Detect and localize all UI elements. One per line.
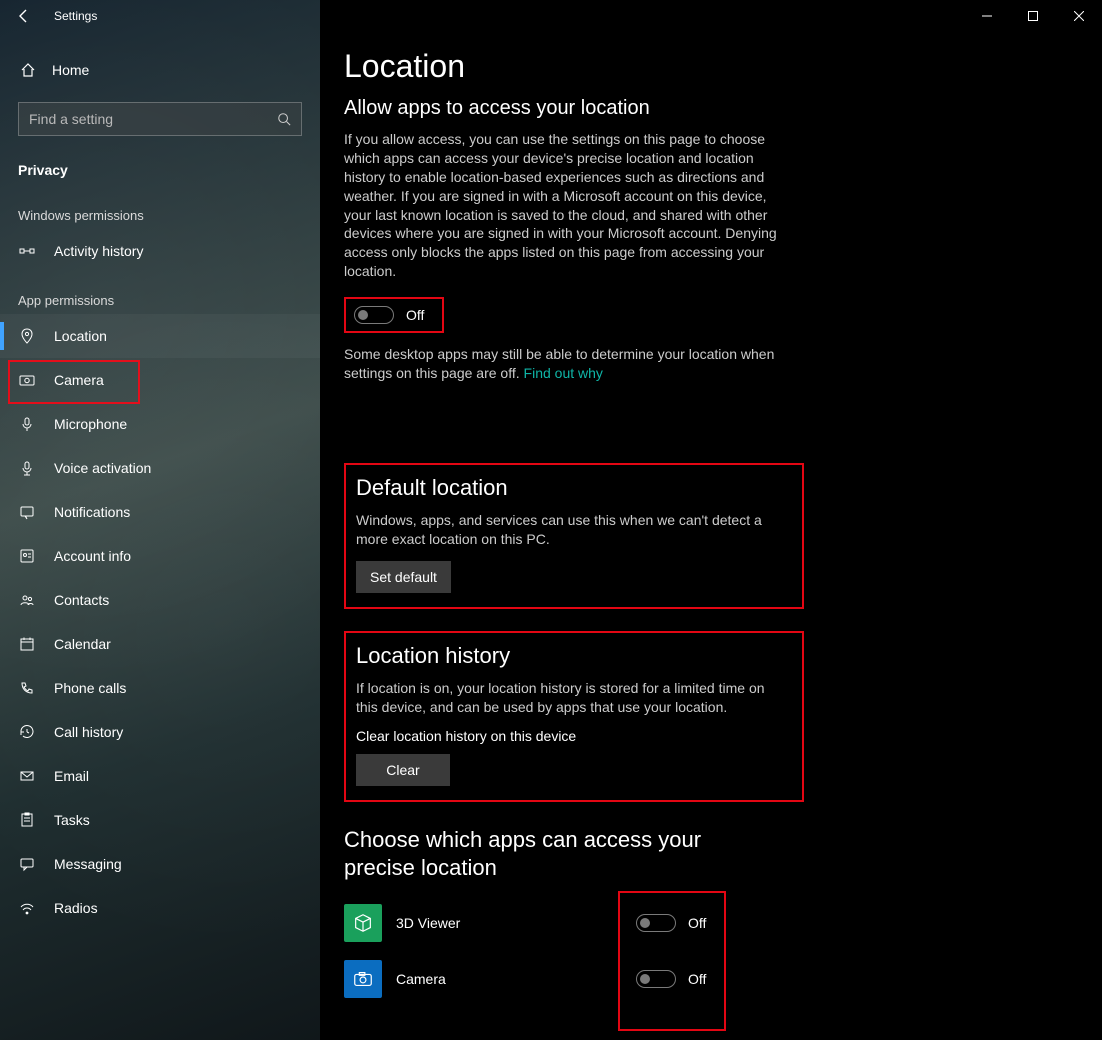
sidebar-item-notifications[interactable]: Notifications [0,490,320,534]
sidebar-item-label: Microphone [54,416,127,432]
sidebar-item-calendar[interactable]: Calendar [0,622,320,666]
sidebar-item-microphone[interactable]: Microphone [0,402,320,446]
3d-viewer-icon [344,904,382,942]
location-history-desc: If location is on, your location history… [356,679,790,717]
sidebar-item-contacts[interactable]: Contacts [0,578,320,622]
sidebar: Home Privacy Windows permissions Activit… [0,0,320,1040]
category-heading: Privacy [0,148,320,188]
location-history-section: Location history If location is on, your… [344,631,804,803]
sidebar-item-label: Messaging [54,856,122,872]
default-location-heading: Default location [356,475,790,501]
group-app-permissions: App permissions [0,273,320,314]
app-toggle-state: Off [688,971,706,987]
sidebar-item-label: Call history [54,724,123,740]
clear-history-button[interactable]: Clear [356,754,450,786]
messaging-icon [18,855,36,873]
app-row-3d-viewer: 3D Viewer Off [344,895,1078,951]
desktop-apps-note: Some desktop apps may still be able to d… [344,345,784,383]
sidebar-item-radios[interactable]: Radios [0,886,320,930]
window-title: Settings [48,9,97,23]
sidebar-item-call-history[interactable]: Call history [0,710,320,754]
location-icon [18,327,36,345]
sidebar-item-label: Tasks [54,812,90,828]
back-button[interactable] [0,0,48,32]
sidebar-item-email[interactable]: Email [0,754,320,798]
calendar-icon [18,635,36,653]
tasks-icon [18,811,36,829]
contacts-icon [18,591,36,609]
maximize-button[interactable] [1010,0,1056,32]
titlebar: Settings [0,0,1102,32]
search-icon [277,112,291,126]
content-pane: Location Allow apps to access your locat… [320,0,1102,1040]
home-icon [20,62,36,78]
allow-access-toggle-state: Off [406,307,424,323]
notifications-icon [18,503,36,521]
email-icon [18,767,36,785]
sidebar-item-location[interactable]: Location [0,314,320,358]
voice-activation-icon [18,459,36,477]
phone-calls-icon [18,679,36,697]
home-nav[interactable]: Home [0,48,320,92]
microphone-icon [18,415,36,433]
sidebar-item-label: Account info [54,548,131,564]
sidebar-item-tasks[interactable]: Tasks [0,798,320,842]
sidebar-item-label: Contacts [54,592,109,608]
call-history-icon [18,723,36,741]
home-label: Home [52,62,89,78]
app-name: 3D Viewer [396,915,616,931]
sidebar-item-label: Radios [54,900,98,916]
account-info-icon [18,547,36,565]
camera-app-icon [344,960,382,998]
app-toggle-camera[interactable] [636,970,676,988]
sidebar-item-messaging[interactable]: Messaging [0,842,320,886]
sidebar-item-label: Notifications [54,504,130,520]
sidebar-item-label: Camera [54,372,104,388]
sidebar-item-phone-calls[interactable]: Phone calls [0,666,320,710]
sidebar-item-camera[interactable]: Camera [0,358,320,402]
allow-access-toggle-row: Off [344,297,444,333]
group-windows-permissions: Windows permissions [0,188,320,229]
sidebar-item-label: Email [54,768,89,784]
allow-heading: Allow apps to access your location [344,97,1078,120]
allow-description: If you allow access, you can use the set… [344,130,784,281]
sidebar-item-activity-history[interactable]: Activity history [0,229,320,273]
search-input[interactable] [29,111,265,127]
app-toggle-3d-viewer[interactable] [636,914,676,932]
activity-history-icon [18,242,36,260]
app-toggle-state: Off [688,915,706,931]
camera-icon [18,371,36,389]
sidebar-item-label: Voice activation [54,460,151,476]
page-title: Location [344,48,1078,85]
sidebar-item-label: Phone calls [54,680,126,696]
allow-access-toggle[interactable] [354,306,394,324]
sidebar-item-label: Location [54,328,107,344]
sidebar-item-voice-activation[interactable]: Voice activation [0,446,320,490]
choose-apps-heading: Choose which apps can access your precis… [344,826,764,881]
close-button[interactable] [1056,0,1102,32]
sidebar-item-label: Activity history [54,243,143,259]
find-out-why-link[interactable]: Find out why [524,365,603,381]
default-location-desc: Windows, apps, and services can use this… [356,511,790,549]
minimize-button[interactable] [964,0,1010,32]
clear-history-label: Clear location history on this device [356,728,790,744]
app-row-camera: Camera Off [344,951,1078,1007]
search-box[interactable] [18,102,302,136]
set-default-button[interactable]: Set default [356,561,451,593]
app-name: Camera [396,971,616,987]
sidebar-item-label: Calendar [54,636,111,652]
default-location-section: Default location Windows, apps, and serv… [344,463,804,609]
sidebar-item-account-info[interactable]: Account info [0,534,320,578]
radios-icon [18,899,36,917]
location-history-heading: Location history [356,643,790,669]
